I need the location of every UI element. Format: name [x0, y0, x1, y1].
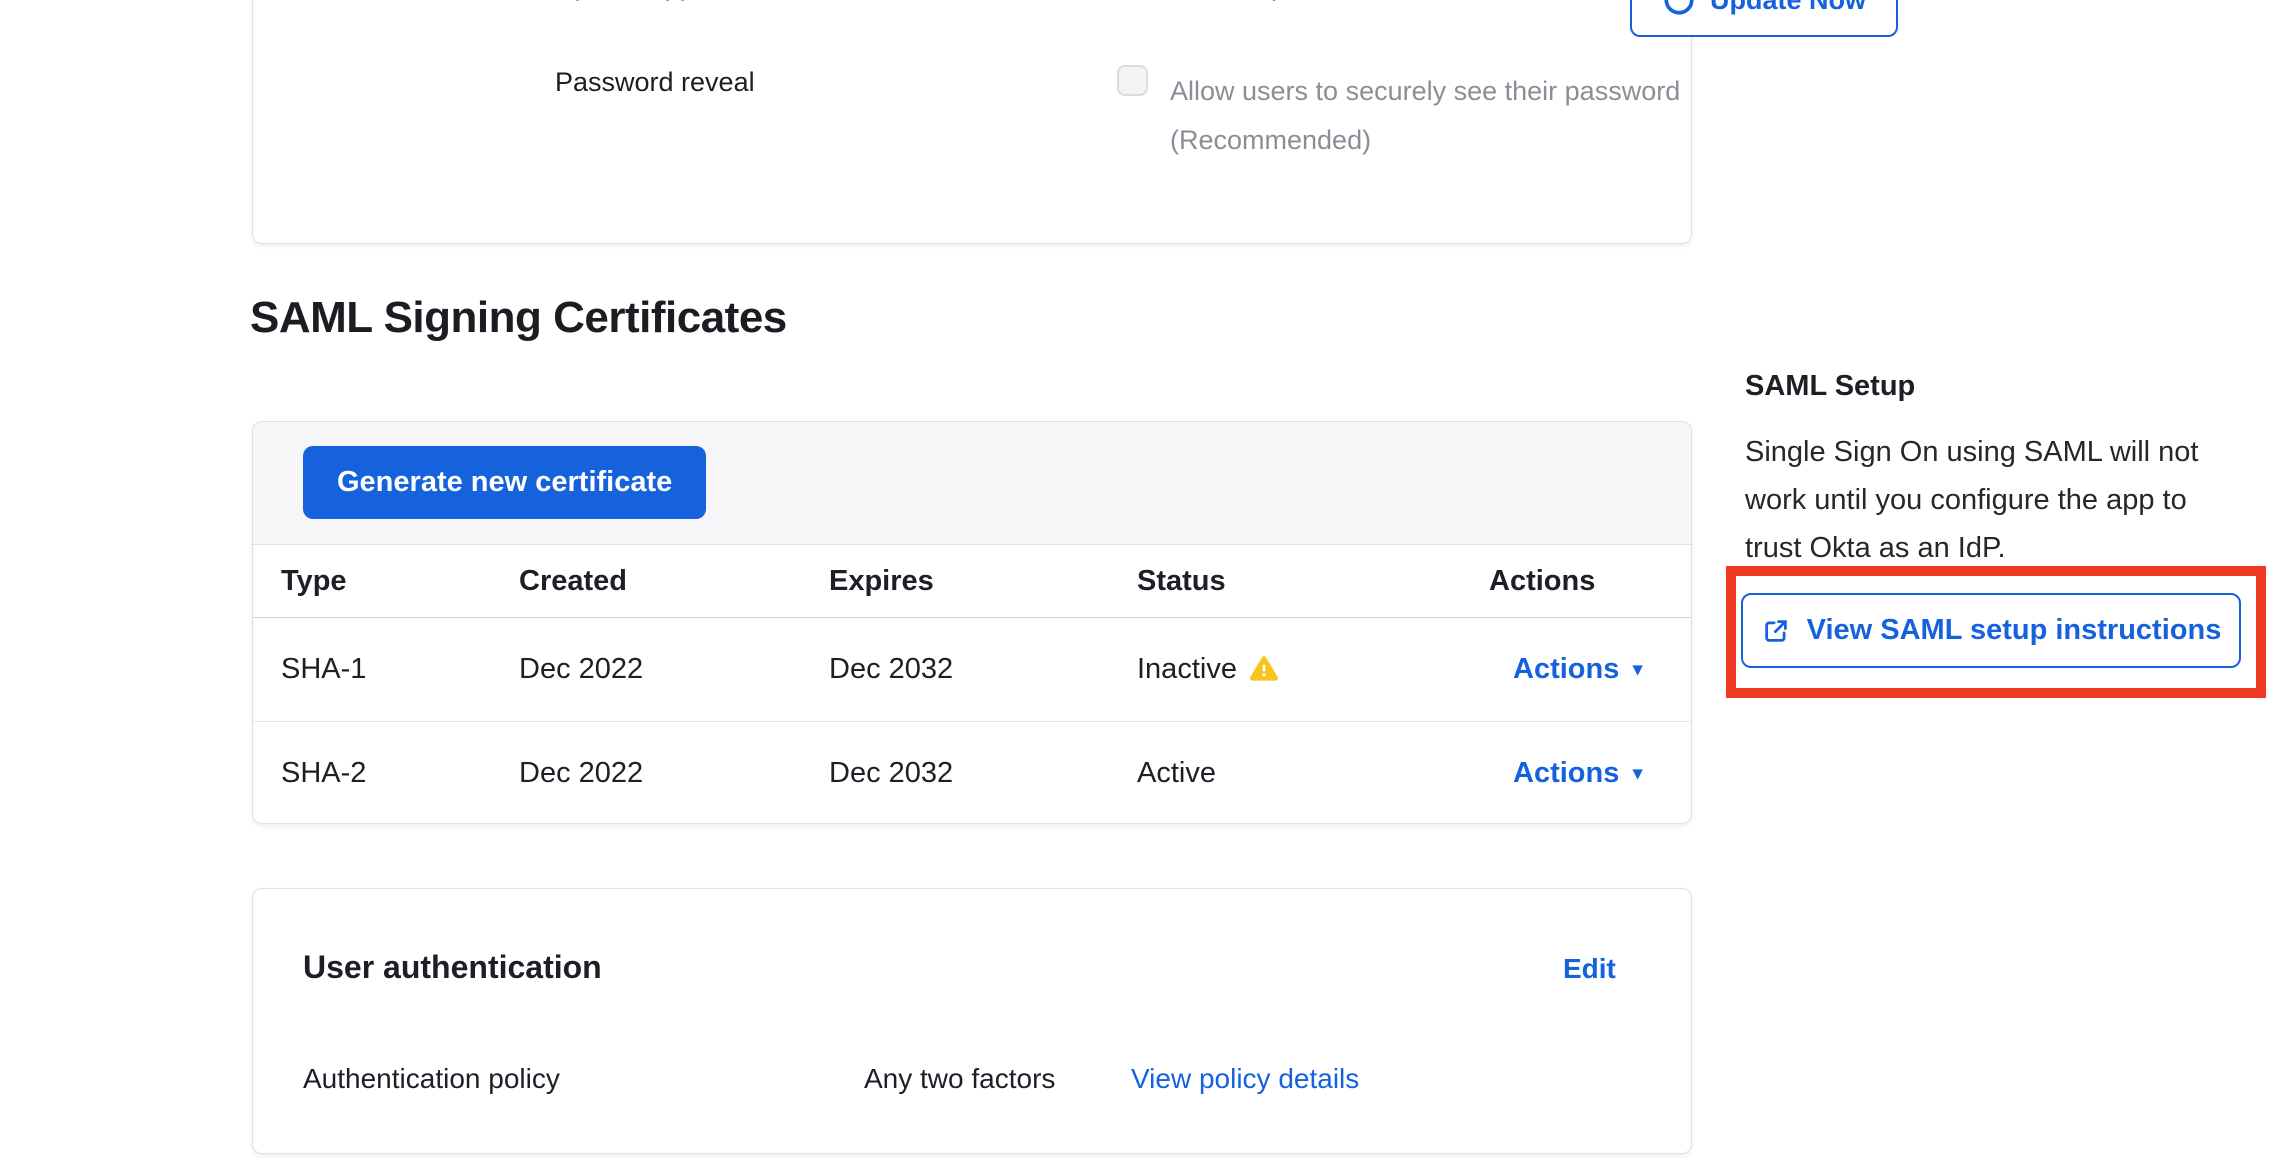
page-title: SAML Signing Certificates	[250, 293, 787, 343]
cell-created: Dec 2022	[519, 722, 643, 824]
username-update-value: Create and update	[1115, 0, 1339, 2]
status-text: Active	[1137, 757, 1216, 790]
table-row: SHA-1 Dec 2022 Dec 2032 Inactive Actions ▾	[253, 618, 1691, 720]
column-header-actions: Actions	[1489, 545, 1595, 618]
status-text: Inactive	[1137, 653, 1237, 686]
column-header-expires: Expires	[829, 545, 934, 618]
external-link-icon	[1761, 616, 1791, 646]
user-authentication-heading: User authentication	[303, 949, 602, 986]
warning-icon	[1250, 656, 1278, 682]
authentication-policy-value: Any two factors	[864, 1063, 1055, 1095]
view-saml-setup-instructions-label: View SAML setup instructions	[1807, 614, 2222, 647]
generate-certificate-button[interactable]: Generate new certificate	[303, 446, 706, 519]
actions-label: Actions	[1513, 653, 1619, 686]
cell-status: Active	[1137, 722, 1216, 824]
view-saml-setup-instructions-button[interactable]: View SAML setup instructions	[1741, 593, 2241, 668]
user-authentication-card: User authentication Edit Authentication …	[252, 888, 1692, 1154]
certificates-card: Generate new certificate Type Created Expi…	[252, 421, 1692, 824]
red-highlight-annotation: View SAML setup instructions	[1726, 566, 2266, 698]
certificates-table-header: Type Created Expires Status Actions	[253, 545, 1691, 618]
column-header-created: Created	[519, 545, 627, 618]
refresh-icon	[1662, 0, 1696, 17]
password-reveal-checkbox-label: Allow users to securely see their passwo…	[1170, 67, 1715, 165]
column-header-type: Type	[281, 545, 347, 618]
caret-down-icon: ▾	[1632, 657, 1643, 682]
edit-link[interactable]: Edit	[1563, 953, 1616, 985]
column-header-status: Status	[1137, 545, 1226, 618]
page: Update application username on Create an…	[0, 0, 2279, 1158]
provisioning-card: Update application username on Create an…	[252, 0, 1692, 244]
cell-status: Inactive	[1137, 618, 1278, 720]
authentication-policy-label: Authentication policy	[303, 1063, 560, 1095]
cell-created: Dec 2022	[519, 618, 643, 720]
certificates-toolbar: Generate new certificate	[253, 422, 1691, 545]
actions-dropdown[interactable]: Actions ▾	[1513, 757, 1643, 790]
saml-setup-description: Single Sign On using SAML will not work …	[1745, 428, 2237, 572]
update-now-button[interactable]: Update Now	[1630, 0, 1898, 37]
cell-actions: Actions ▾	[1513, 618, 1643, 720]
update-now-label: Update Now	[1710, 0, 1866, 16]
actions-label: Actions	[1513, 757, 1619, 790]
cell-type: SHA-2	[281, 722, 366, 824]
actions-dropdown[interactable]: Actions ▾	[1513, 653, 1643, 686]
saml-setup-heading: SAML Setup	[1745, 370, 1915, 403]
username-update-label: Update application username on	[555, 0, 944, 2]
table-row: SHA-2 Dec 2022 Dec 2032 Active Actions ▾	[253, 721, 1691, 823]
cell-expires: Dec 2032	[829, 618, 953, 720]
cell-type: SHA-1	[281, 618, 366, 720]
password-reveal-checkbox[interactable]	[1117, 65, 1148, 96]
cell-expires: Dec 2032	[829, 722, 953, 824]
password-reveal-label: Password reveal	[555, 67, 755, 98]
caret-down-icon: ▾	[1632, 761, 1643, 786]
cell-actions: Actions ▾	[1513, 722, 1643, 824]
view-policy-details-link[interactable]: View policy details	[1131, 1063, 1359, 1095]
